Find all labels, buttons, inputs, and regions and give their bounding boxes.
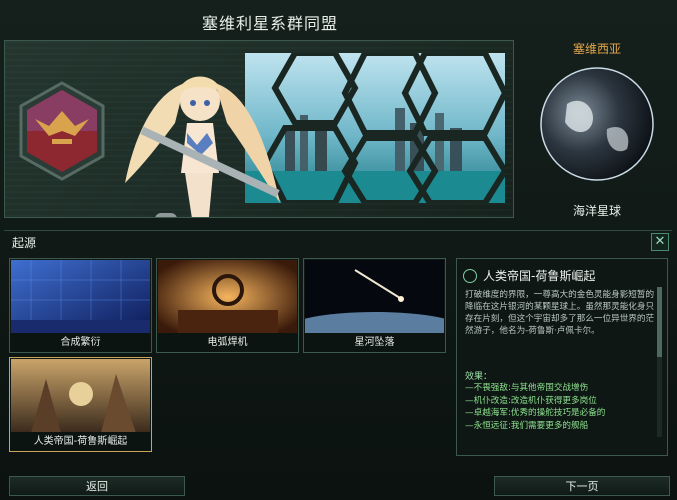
origin-card-label: 星河坠落 <box>304 333 445 352</box>
empire-title: 塞维利星系群同盟 <box>201 14 338 33</box>
detail-title: 人类帝国-荷鲁斯崛起 <box>483 269 596 283</box>
origin-image <box>11 359 150 433</box>
origin-section-header: 起源 <box>4 230 672 253</box>
next-page-button[interactable]: 下一页 <box>494 476 670 496</box>
species-portrait <box>115 63 285 217</box>
origin-card-label: 合成繁衍 <box>10 333 151 352</box>
back-button[interactable]: 返回 <box>9 476 185 496</box>
planet-name: 塞维西亚 <box>572 42 621 56</box>
origin-card-label: 电弧焊机 <box>157 333 298 352</box>
origin-image <box>11 260 150 334</box>
effect-item: —卓越海军:优秀的操舵技巧是必备的 <box>465 408 606 418</box>
effect-item: —永恒远征:我们需要更多的舰船 <box>465 420 589 431</box>
detail-scrollbar[interactable] <box>657 287 662 437</box>
origin-card-label: 人类帝国-荷鲁斯崛起 <box>10 432 151 451</box>
effects-title: 效果： <box>465 372 493 382</box>
planet-class: 海洋星球 <box>572 204 621 218</box>
origin-image <box>305 260 444 334</box>
effect-item: —不畏强敌:与其他帝国交战增伤 <box>465 383 589 393</box>
scrollbar-thumb[interactable] <box>657 287 662 357</box>
effect-item: —机仆改造:改造机仆获得更多岗位 <box>465 395 597 406</box>
origin-card-selected[interactable]: 人类帝国-荷鲁斯崛起 <box>9 357 152 452</box>
emblem-hex-icon <box>19 81 105 181</box>
origin-grid: 合成繁衍 电弧焊机 星河坠落 人类帝国-荷鲁斯崛起 <box>9 258 449 458</box>
footer-bar: 返回 下一页 <box>0 472 677 500</box>
homeworld-panel[interactable]: 塞维西亚 海洋星球 <box>522 40 672 220</box>
origin-card[interactable]: 合成繁衍 <box>9 258 152 353</box>
portrait-figure <box>125 76 280 217</box>
detail-header: 人类帝国-荷鲁斯崛起 <box>463 267 595 284</box>
detail-description: 打破维度的界限，一尊高大的金色灵能身影短暂的降临在这片银河的某颗星球上。虽然那灵… <box>465 290 655 336</box>
origin-icon <box>463 269 477 283</box>
section-title: 起源 <box>12 236 37 250</box>
close-button[interactable]: ✕ <box>651 233 669 251</box>
origin-detail-panel: 人类帝国-荷鲁斯崛起 打破维度的界限，一尊高大的金色灵能身影短暂的降临在这片银河… <box>456 258 668 456</box>
planet-globe-icon <box>540 67 654 181</box>
origin-card[interactable]: 电弧焊机 <box>156 258 299 353</box>
effects-list: —不畏强敌:与其他帝国交战增伤 —机仆改造:改造机仆获得更多岗位 —卓越海军:优… <box>465 382 660 432</box>
origin-image <box>158 260 297 334</box>
empire-emblem[interactable] <box>17 81 107 181</box>
empire-banner <box>4 40 514 218</box>
origin-card[interactable]: 星河坠落 <box>303 258 446 353</box>
